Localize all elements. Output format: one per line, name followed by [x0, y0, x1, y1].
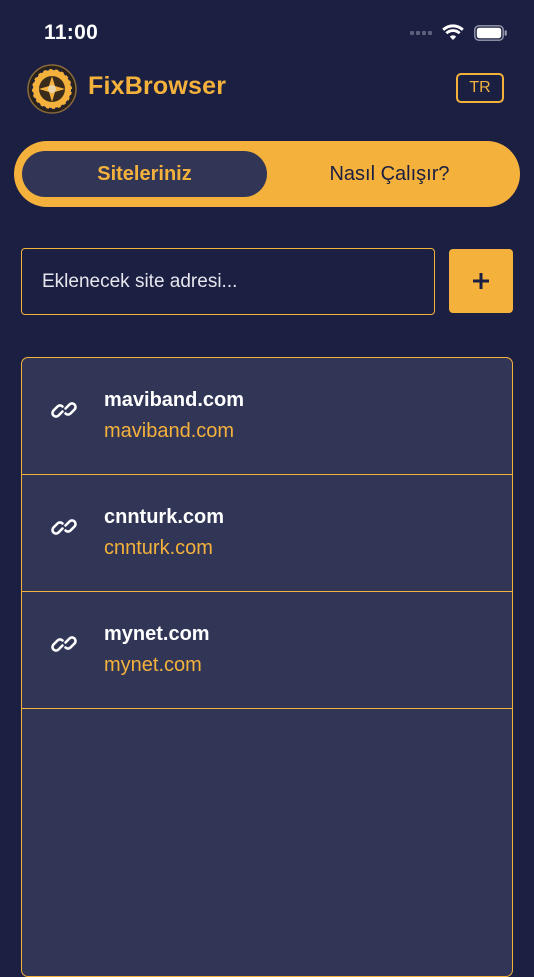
- link-icon: [51, 636, 77, 652]
- segmented-tabs: Siteleriniz Nasıl Çalışır?: [14, 141, 520, 207]
- battery-icon: [474, 24, 507, 41]
- wifi-icon: [442, 24, 464, 40]
- site-name: mynet.com: [104, 623, 210, 645]
- status-bar: 11:00: [0, 0, 534, 60]
- add-site-button[interactable]: [449, 249, 513, 313]
- site-name: maviband.com: [104, 389, 245, 411]
- site-name: cnnturk.com: [104, 506, 225, 528]
- plus-icon: [473, 273, 489, 289]
- link-icon: [51, 402, 77, 418]
- site-url: mynet.com: [104, 654, 202, 676]
- tab-nasil-calisir[interactable]: Nasıl Çalışır?: [267, 151, 512, 197]
- site-url: cnnturk.com: [104, 537, 213, 559]
- site-url: maviband.com: [104, 420, 235, 442]
- list-item[interactable]: mynet.com mynet.com: [22, 592, 512, 709]
- app-header: FixBrowser TR: [0, 62, 534, 114]
- status-icons: [410, 24, 508, 41]
- cellular-signal-icon: [410, 30, 432, 35]
- tab-siteleriniz[interactable]: Siteleriniz: [22, 151, 267, 197]
- roulette-logo-icon: [27, 64, 77, 114]
- list-item[interactable]: maviband.com maviband.com: [22, 358, 512, 475]
- status-time: 11:00: [44, 21, 99, 44]
- link-icon: [51, 519, 77, 535]
- app-title: FixBrowser: [88, 72, 227, 100]
- site-list: maviband.com maviband.com cnnturk.com cn…: [21, 357, 513, 977]
- language-button[interactable]: TR: [456, 73, 504, 103]
- site-url-input[interactable]: Eklenecek site adresi...: [21, 248, 435, 315]
- list-item[interactable]: cnnturk.com cnnturk.com: [22, 475, 512, 592]
